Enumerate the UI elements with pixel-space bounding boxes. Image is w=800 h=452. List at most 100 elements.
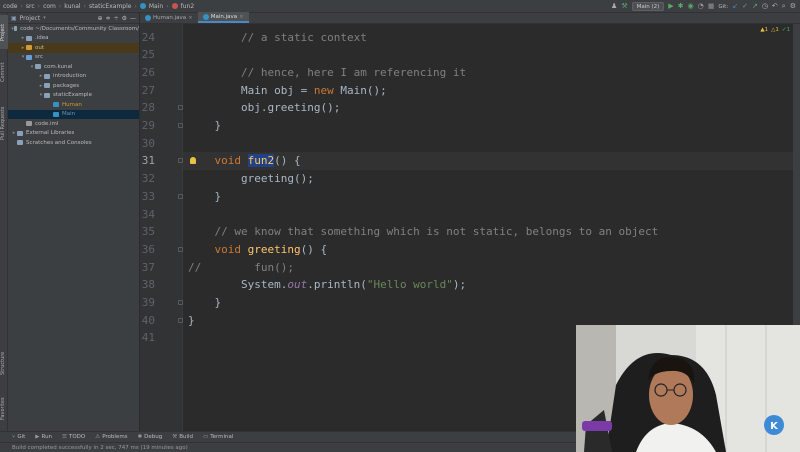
line-number-gutter: 24 25 26 27 28 29 30 31 32 33 34 35 36 37 38 39 40 41: [140, 24, 183, 431]
code-line[interactable]: greeting();: [183, 170, 800, 188]
breadcrumb-item[interactable]: Main: [149, 3, 163, 10]
debug-icon[interactable]: ✱: [678, 3, 684, 10]
code-line[interactable]: // fun();: [183, 259, 800, 277]
tree-item[interactable]: ▸ out: [8, 43, 139, 53]
chevron-down-icon[interactable]: ▾: [43, 15, 46, 21]
code-line[interactable]: // hence, here I am referencing it: [183, 64, 800, 82]
tree-item[interactable]: Scratches and Consoles: [8, 138, 139, 148]
structure-tool-tab[interactable]: Structure: [0, 343, 8, 383]
fold-marker-icon[interactable]: [178, 300, 183, 305]
tree-item[interactable]: ▸ introduction: [8, 72, 139, 82]
code-line[interactable]: Main obj = new Main();: [183, 82, 800, 100]
problems-icon: ⚠: [95, 434, 101, 440]
editor-tab[interactable]: Main.java ×: [197, 12, 249, 23]
class-icon: [145, 14, 151, 21]
line-number: 34: [141, 207, 155, 221]
tree-item[interactable]: ▸ packages: [8, 81, 139, 91]
search-icon[interactable]: ⌕: [782, 3, 786, 10]
code-line[interactable]: [183, 46, 800, 64]
code-line[interactable]: // a static context: [183, 29, 800, 47]
breadcrumb-item[interactable]: src: [26, 3, 35, 10]
profile-icon[interactable]: ◔: [698, 3, 704, 10]
tool-tab-git[interactable]: ⑂ Git: [12, 434, 25, 440]
fold-marker-icon[interactable]: [178, 246, 183, 252]
file-icon: [26, 45, 32, 51]
code-line[interactable]: [183, 206, 800, 224]
git-commit-icon[interactable]: ✓: [742, 3, 748, 10]
git-push-icon[interactable]: ↗: [752, 3, 758, 10]
file-icon: [17, 130, 23, 136]
fold-marker-icon[interactable]: [178, 158, 183, 164]
locate-icon[interactable]: ⊕: [98, 15, 103, 22]
git-update-icon[interactable]: ↙: [732, 3, 738, 10]
code-line[interactable]: // we know that something which is not s…: [183, 223, 800, 241]
code-line[interactable]: System.out.println("Hello world");: [183, 276, 800, 294]
project-tool-tab[interactable]: Project: [0, 15, 8, 49]
weak-warning-count[interactable]: △1: [771, 27, 779, 33]
rollback-icon[interactable]: ↶: [772, 3, 778, 10]
project-panel-title[interactable]: Project: [20, 15, 41, 22]
coverage-icon[interactable]: ◉: [688, 3, 694, 10]
tool-tab-debug[interactable]: ✱ Debug: [138, 434, 163, 440]
inspection-widget[interactable]: ▲1 △1 ✓1: [760, 27, 790, 33]
breadcrumb-item[interactable]: staticExample: [89, 3, 132, 10]
lightbulb-icon[interactable]: [190, 157, 196, 165]
tree-item[interactable]: ▾ com.kunal: [8, 62, 139, 72]
code-line[interactable]: }: [183, 294, 800, 312]
run-configuration-select[interactable]: Main (2): [631, 2, 665, 11]
tool-tab-todo[interactable]: ☰ TODO: [62, 434, 85, 440]
history-icon[interactable]: ◷: [762, 3, 768, 10]
code-line[interactable]: obj.greeting();: [183, 99, 800, 117]
project-panel-header: ▣ Project ▾ ⊕ ≑ ÷ ⚙ —: [8, 13, 139, 24]
breadcrumb-item[interactable]: fun2: [181, 3, 195, 10]
code-line[interactable]: }: [183, 188, 800, 206]
close-icon[interactable]: ×: [188, 15, 193, 21]
breadcrumb-item[interactable]: com: [43, 3, 56, 10]
file-icon: [17, 140, 23, 146]
breadcrumb-item[interactable]: kunal: [64, 3, 80, 10]
code-line[interactable]: [183, 135, 800, 153]
stop-icon[interactable]: ■: [708, 3, 715, 10]
hide-icon[interactable]: —: [130, 15, 139, 22]
code-line[interactable]: }: [183, 117, 800, 135]
tool-tab-run[interactable]: ▶ Run: [35, 434, 52, 440]
breadcrumb-item[interactable]: code: [3, 3, 17, 10]
line-number: 27: [141, 83, 155, 97]
fold-marker-icon[interactable]: [178, 123, 183, 128]
run-icon[interactable]: ▶: [668, 3, 673, 10]
fold-marker-icon[interactable]: [178, 317, 183, 323]
tree-item[interactable]: ▾ code ~/Documents/Community Classroom/: [8, 24, 139, 34]
fold-marker-icon[interactable]: [178, 105, 183, 111]
tool-tab-terminal[interactable]: ▭ Terminal: [203, 434, 233, 440]
tree-item-label: code ~/Documents/Community Classroom/: [20, 25, 139, 32]
commit-tool-tab[interactable]: Commit: [0, 57, 8, 87]
close-icon[interactable]: ×: [239, 14, 244, 20]
tree-item[interactable]: ▸ External Libraries: [8, 129, 139, 139]
favorites-tool-tab[interactable]: Favorites: [0, 391, 8, 427]
expand-all-icon[interactable]: ÷: [114, 15, 119, 22]
tree-item[interactable]: ▾ src: [8, 53, 139, 63]
code-line[interactable]: void fun2() {: [183, 152, 800, 171]
breadcrumb-separator: ›: [58, 2, 62, 10]
tool-tab-problems[interactable]: ⚠ Problems: [95, 434, 127, 440]
typo-count[interactable]: ✓1: [782, 27, 790, 33]
fold-marker-icon[interactable]: [178, 193, 183, 199]
tree-item[interactable]: ▸ .idea: [8, 34, 139, 44]
editor-tab[interactable]: Human.java ×: [140, 12, 198, 23]
build-hammer-icon[interactable]: ⚒: [621, 3, 627, 10]
settings-icon[interactable]: ⚙: [122, 15, 127, 22]
settings-icon[interactable]: ⚙: [790, 3, 796, 10]
pull-requests-tool-tab[interactable]: Pull Requests: [0, 95, 8, 151]
tree-item[interactable]: code.iml: [8, 119, 139, 129]
code-line[interactable]: void greeting() {: [183, 241, 800, 259]
tree-item-label: .idea: [35, 35, 49, 42]
line-number: 39: [141, 296, 155, 309]
tree-item[interactable]: ▾ staticExample: [8, 91, 139, 101]
collapse-all-icon[interactable]: ≑: [106, 15, 111, 22]
warning-count[interactable]: ▲1: [760, 27, 768, 33]
user-icon[interactable]: ♟: [611, 3, 617, 10]
tree-item[interactable]: Human: [8, 100, 139, 110]
tool-tab-build[interactable]: ⚒ Build: [172, 434, 193, 440]
tree-item[interactable]: Main: [8, 109, 139, 119]
class-icon: [202, 13, 209, 20]
